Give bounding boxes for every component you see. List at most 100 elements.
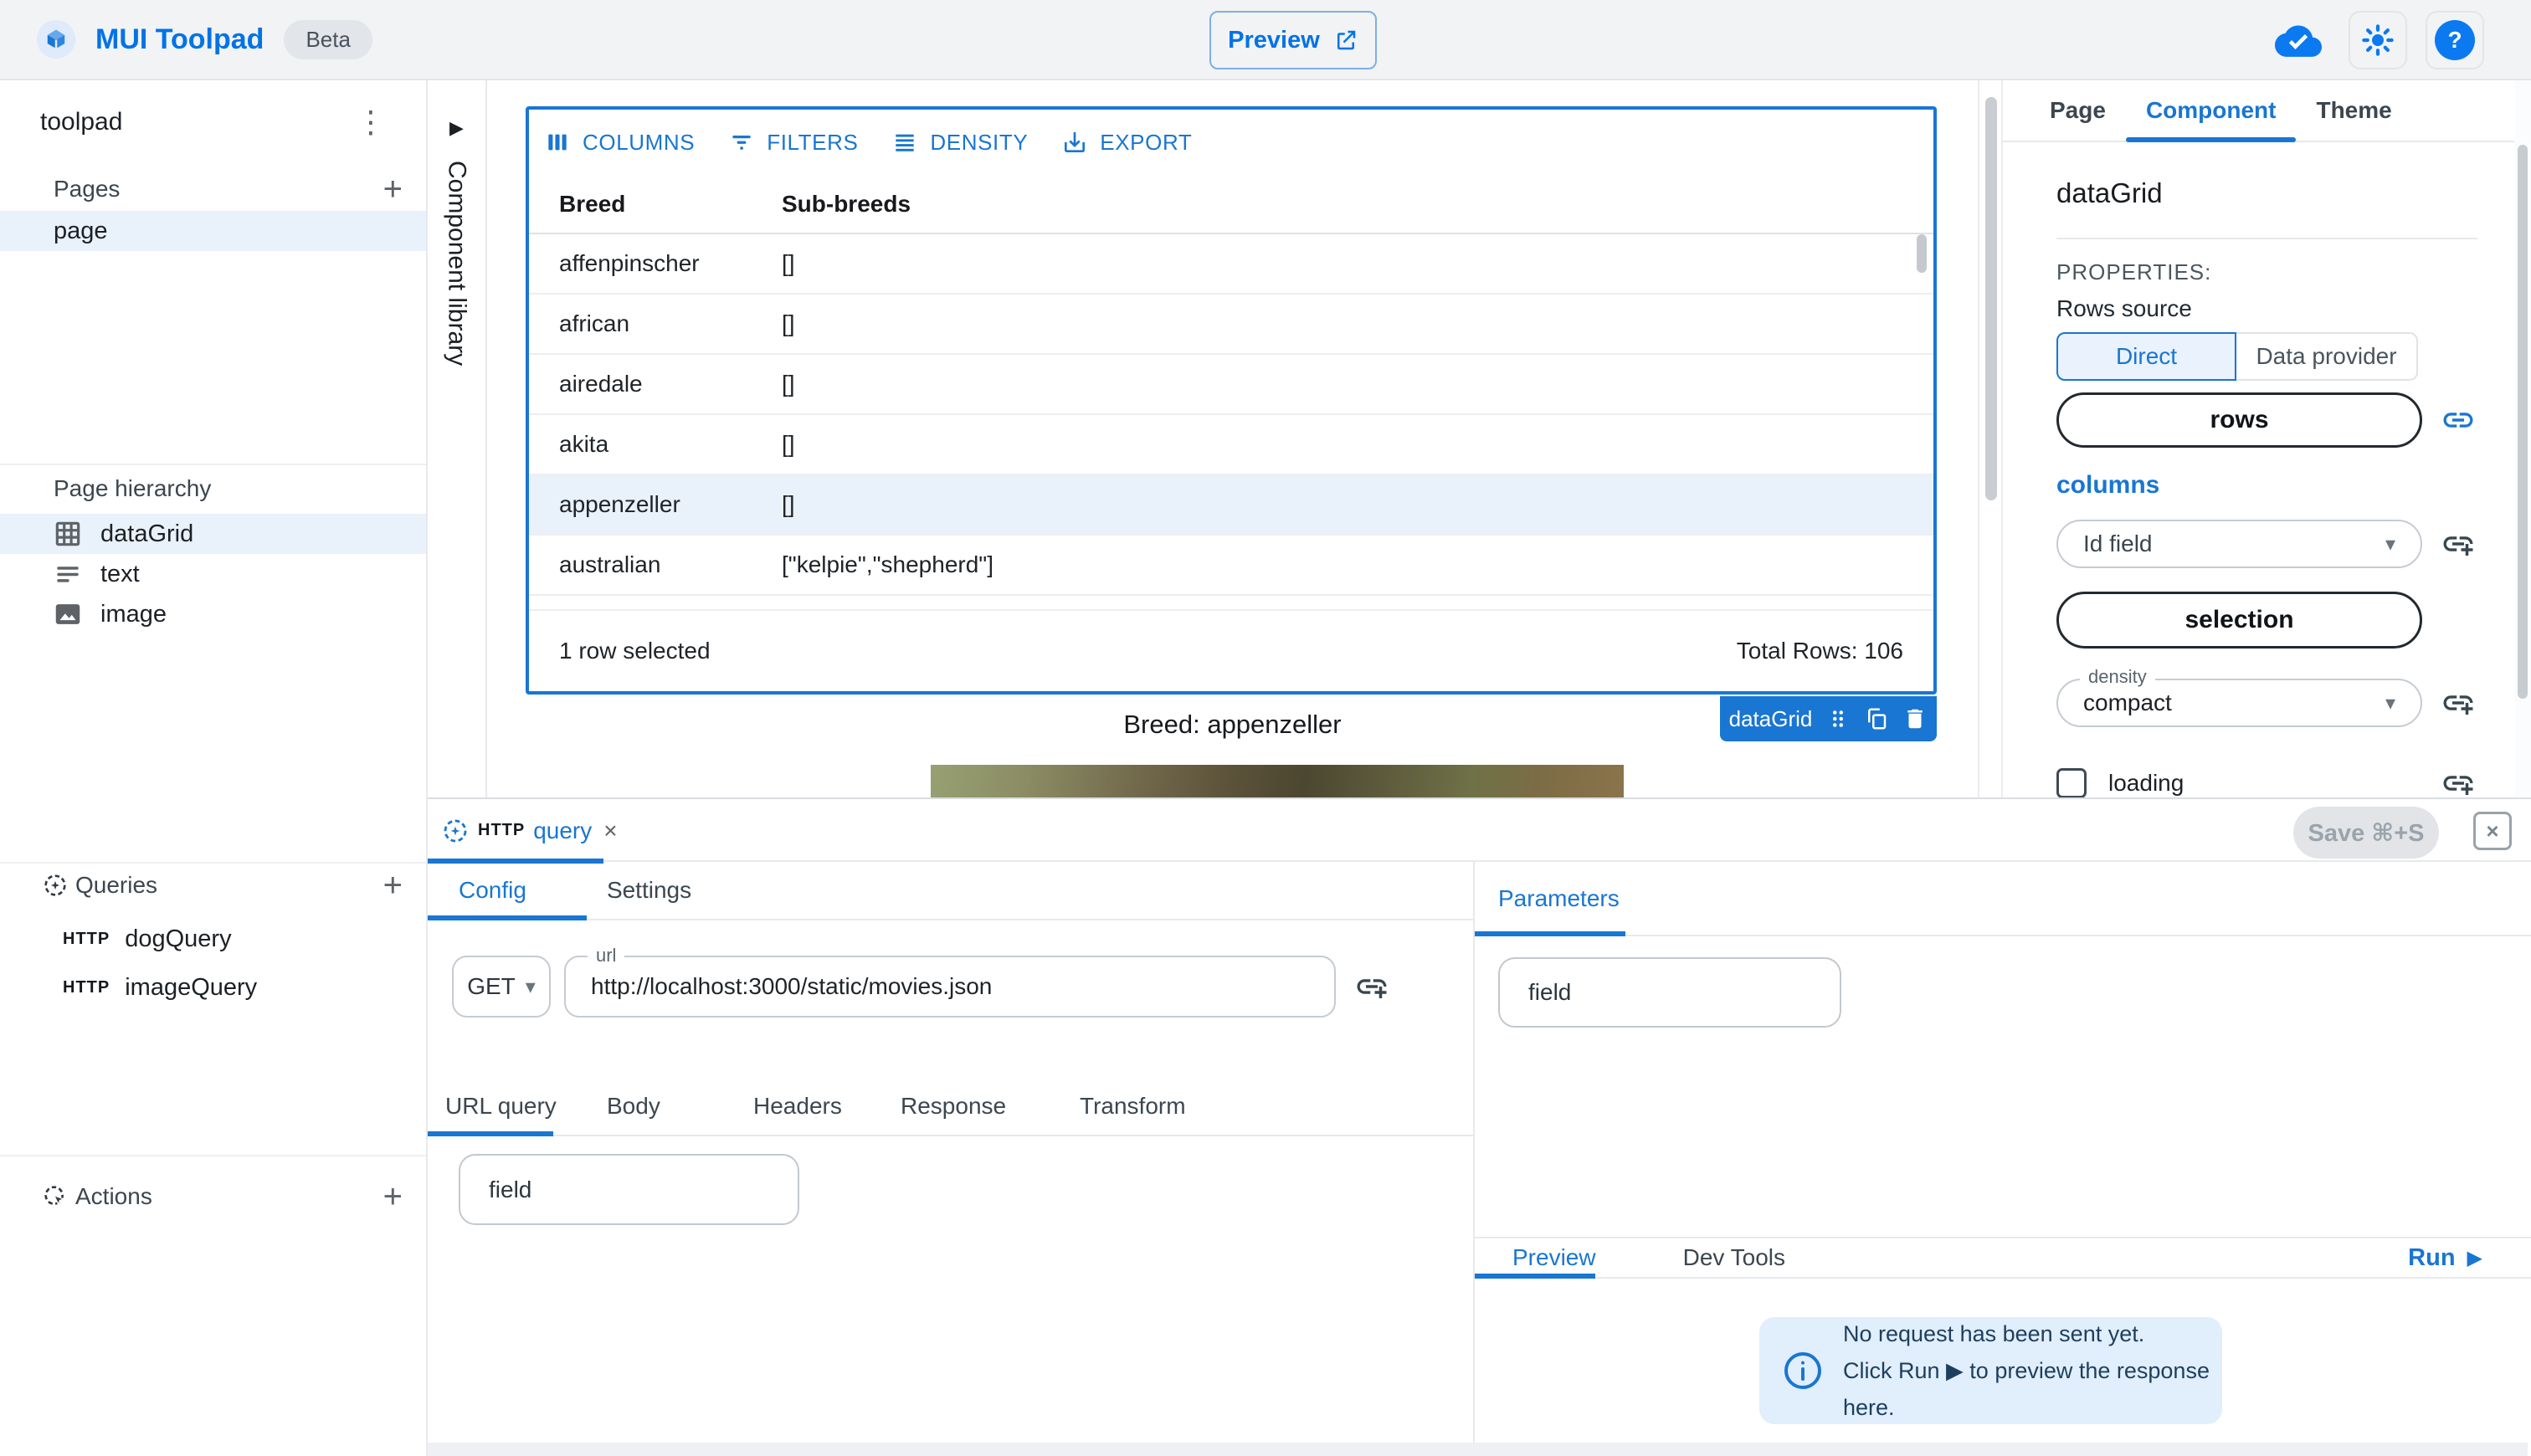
preview-button[interactable]: Preview [1209,11,1377,69]
column-header-subbreeds[interactable]: Sub-breeds [782,191,1933,218]
rows-source-data-provider[interactable]: Data provider [2236,332,2418,381]
columns-button[interactable]: COLUMNS [544,129,695,156]
tab-settings[interactable]: Settings [607,877,691,904]
parameters-field-value: field [1528,979,1571,1006]
tab-component[interactable]: Component [2126,80,2297,141]
datagrid-component[interactable]: COLUMNS FILTERS DENSITY [526,106,1937,695]
add-query-button[interactable]: + [383,869,403,902]
url-input-value: http://localhost:3000/static/movies.json [591,973,992,1000]
config-tabs: Config Settings [428,862,1473,920]
column-header-breed[interactable]: Breed [529,191,782,218]
cell-subbreeds: [] [782,431,1933,458]
add-page-button[interactable]: + [383,172,403,206]
component-library-label[interactable]: Component library [443,161,471,366]
columns-icon [544,129,571,156]
url-input[interactable]: url http://localhost:3000/static/movies.… [564,956,1336,1018]
sidebar-item-text[interactable]: text [0,554,426,594]
query-item-dogquery[interactable]: HTTP dogQuery [0,919,426,959]
columns-button-label: COLUMNS [583,130,695,156]
http-badge: HTTP [478,821,525,840]
save-button[interactable]: Save ⌘+S [2293,807,2439,859]
help-button[interactable]: ? [2426,11,2484,69]
queries-header-row: Queries + [0,865,426,905]
add-link-icon[interactable] [1354,969,1389,1004]
sidebar-item-image[interactable]: image [0,594,426,634]
sidebar-item-datagrid[interactable]: dataGrid [0,514,426,554]
add-link-icon[interactable] [2441,685,2476,720]
pages-header: Pages [54,176,120,203]
tab-preview[interactable]: Preview [1512,1244,1596,1271]
filters-button[interactable]: FILTERS [728,129,858,156]
tab-page[interactable]: Page [2030,80,2126,141]
text-component[interactable]: Breed: appenzeller [487,710,1978,740]
loading-label: loading [2108,770,2184,797]
loading-checkbox[interactable] [2056,768,2087,797]
canvas-scrollbar-track [1978,80,2003,797]
cloud-sync-status-icon [2275,23,2322,57]
actions-header: Actions [75,1183,152,1210]
image-component[interactable] [931,765,1624,797]
query-editor-tab[interactable]: HTTP query × [428,799,603,862]
play-icon: ▶ [2467,1246,2482,1270]
table-row[interactable]: affenpinscher [] [529,234,1933,295]
add-link-icon[interactable] [2441,526,2476,561]
method-select[interactable]: GET ▾ [452,956,551,1018]
selection-property-row: selection [2056,592,2531,649]
tab-body[interactable]: Body [607,1076,660,1136]
queries-header: Queries [75,872,157,899]
cell-breed: akita [529,431,782,458]
url-query-field-value: field [489,1177,531,1203]
table-row[interactable]: akita [] [529,415,1933,475]
add-link-icon[interactable] [2441,766,2476,797]
sidebar-item-page[interactable]: page [0,211,426,251]
chevron-down-icon: ▾ [526,975,536,999]
tab-dev-tools[interactable]: Dev Tools [1683,1244,1785,1271]
run-button[interactable]: Run ▶ [2408,1244,2482,1272]
text-item-label: text [100,561,140,588]
tab-config[interactable]: Config [459,877,526,904]
parameters-field-input[interactable]: field [1498,957,1841,1028]
query-item-imagequery[interactable]: HTTP imageQuery [0,967,426,1007]
datagrid-item-label: dataGrid [100,520,193,548]
selection-button[interactable]: selection [2056,592,2422,649]
query-editor-panel: HTTP query × Save ⌘+S × Config Settings … [428,797,2531,1456]
expand-library-icon[interactable]: ▶ [449,117,464,139]
info-message: No request has been sent yet. Click Run … [1843,1315,2214,1426]
tab-theme[interactable]: Theme [2296,80,2411,141]
id-field-select[interactable]: Id field ▾ [2056,520,2422,568]
cell-breed: airedale [529,371,782,397]
table-row[interactable]: airedale [] [529,355,1933,415]
tab-headers[interactable]: Headers [753,1076,842,1136]
table-row[interactable]: australian ["kelpie","shepherd"] [529,536,1933,596]
rows-source-direct[interactable]: Direct [2056,332,2236,381]
export-button[interactable]: EXPORT [1061,129,1192,156]
density-button[interactable]: DENSITY [891,129,1028,156]
theme-toggle-button[interactable] [2349,11,2407,69]
request-config-pane: Config Settings GET ▾ url http://localho… [428,862,1475,1443]
table-row-selected[interactable]: appenzeller [] [529,475,1933,536]
url-query-field-input[interactable]: field [459,1154,799,1225]
horizontal-scrollbar-track[interactable] [428,1443,2528,1456]
project-menu-icon[interactable]: ⋮ [356,105,386,140]
inspector-scrollbar[interactable] [2518,145,2528,699]
table-row[interactable]: african [] [529,295,1933,355]
request-row: GET ▾ url http://localhost:3000/static/m… [452,956,1473,1018]
tab-parameters[interactable]: Parameters [1498,885,1620,912]
cell-subbreeds: [] [782,371,1933,397]
cell-subbreeds: [] [782,310,1933,337]
close-panel-button[interactable]: × [2473,812,2512,850]
tab-response[interactable]: Response [901,1076,1006,1136]
columns-button[interactable]: columns [2056,471,2531,500]
text-icon [52,558,84,590]
canvas-scrollbar[interactable] [1985,97,1997,500]
close-tab-icon[interactable]: × [603,818,617,844]
add-action-button[interactable]: + [383,1180,403,1213]
total-rows: Total Rows: 106 [1737,638,1903,664]
rows-button[interactable]: rows [2056,392,2422,448]
datagrid-footer: 1 row selected Total Rows: 106 [529,611,1933,691]
tab-transform[interactable]: Transform [1080,1076,1186,1136]
link-icon[interactable] [2441,402,2476,438]
divider [0,464,426,465]
datagrid-scrollbar[interactable] [1917,234,1927,273]
tab-url-query[interactable]: URL query [445,1076,557,1136]
